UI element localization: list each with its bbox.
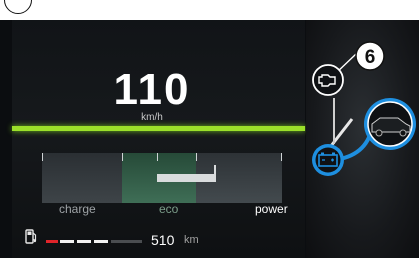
battery-icon [312, 144, 344, 176]
gauge-label-eco: eco [159, 202, 179, 216]
mode-gauge: charge eco power [42, 153, 288, 216]
gauge-tick [42, 153, 43, 161]
fuel-segment-low [46, 240, 58, 243]
fuel-segment [60, 240, 74, 243]
gauge-tick [281, 153, 282, 161]
fuel-level-bar [46, 240, 142, 243]
gauge-indicator [157, 174, 215, 182]
gauge-tick [157, 153, 158, 161]
range-unit: km [184, 234, 199, 246]
callout-number: 6 [365, 47, 376, 68]
gauge-tick [196, 153, 197, 161]
top-strip [0, 0, 419, 20]
speed-unit: km/h [141, 112, 163, 123]
gauge-tick [122, 153, 123, 161]
range-value: 510 [151, 232, 175, 248]
gauge-label-power: power [255, 202, 288, 216]
gauge-label-charge: charge [59, 202, 96, 216]
fuel-pump-icon [25, 229, 37, 244]
status-diagram: 6 [312, 41, 416, 176]
speed-value: 110 [113, 65, 191, 114]
fuel-segment [94, 240, 108, 243]
speed-underline [12, 126, 305, 131]
circle-marker-icon [4, 0, 32, 14]
fuel-segment-empty [111, 240, 142, 243]
car-icon [364, 98, 416, 150]
engine-check-icon [312, 64, 344, 96]
fuel-segment [77, 240, 91, 243]
gauge-indicator-edge [214, 165, 216, 182]
main-display: 110 km/h charge eco power 510 km [12, 20, 305, 258]
gauge-segment-charge [42, 153, 122, 203]
